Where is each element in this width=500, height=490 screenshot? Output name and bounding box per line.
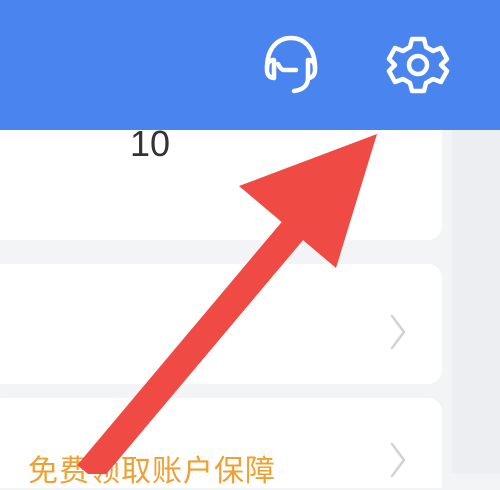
count-value: 10 (130, 130, 171, 158)
page-edge (452, 130, 500, 474)
promo-link[interactable]: 免费领取账户保障 (28, 446, 276, 490)
gear-icon[interactable] (383, 30, 453, 100)
top-bar (0, 0, 500, 130)
summary-card: 10 (0, 130, 442, 240)
list-card[interactable] (0, 264, 442, 384)
chevron-right-icon[interactable] (388, 312, 408, 352)
chevron-right-icon[interactable] (388, 440, 408, 480)
customer-service-headset-icon[interactable] (256, 30, 326, 100)
